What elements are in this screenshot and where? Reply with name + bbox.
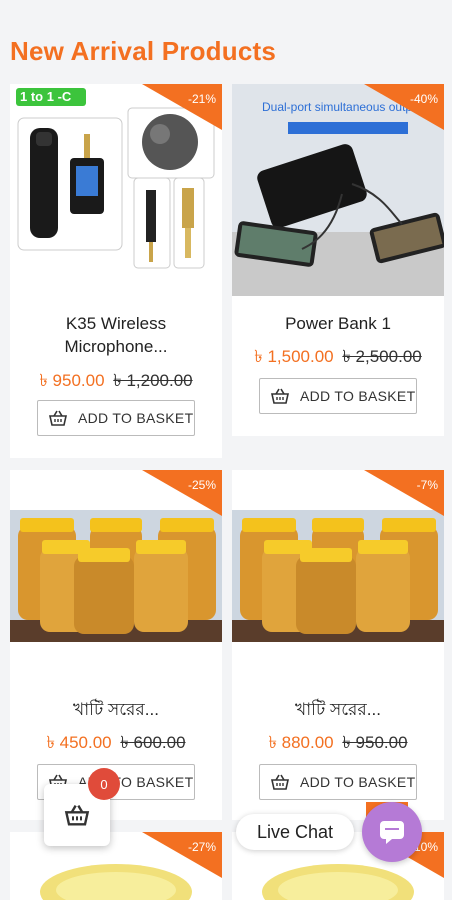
product-image[interactable]: Dual-port simultaneous output -40%: [232, 84, 444, 296]
add-to-basket-button[interactable]: ADD TO BASKET: [37, 400, 195, 436]
add-to-basket-label: ADD TO BASKET: [300, 774, 416, 790]
discount-badge: -21%: [187, 92, 216, 106]
current-price: ৳ 450.00: [46, 733, 112, 752]
product-card[interactable]: Dual-port simultaneous output -40% Power…: [232, 84, 444, 436]
current-price: ৳ 880.00: [268, 733, 334, 752]
product-prices: ৳ 880.00 ৳ 950.00: [232, 730, 444, 758]
product-prices: ৳ 950.00 ৳ 1,200.00: [10, 368, 222, 396]
discount-badge: -7%: [416, 478, 438, 492]
add-to-basket-button[interactable]: ADD TO BASKET: [259, 378, 417, 414]
live-chat-label[interactable]: Live Chat: [236, 814, 354, 850]
discount-badge-bg: [364, 84, 444, 130]
current-price: ৳ 1,500.00: [254, 347, 334, 366]
discount-badge-bg: [142, 470, 222, 516]
section-title: New Arrival Products: [10, 36, 277, 66]
current-price: ৳ 950.00: [39, 371, 105, 390]
product-prices: ৳ 1,500.00 ৳ 2,500.00: [232, 344, 444, 372]
product-card[interactable]: -27%: [10, 832, 222, 900]
discount-badge-bg: [364, 470, 444, 516]
product-image[interactable]: -25%: [10, 470, 222, 682]
basket-icon: [271, 774, 289, 790]
old-price: ৳ 600.00: [120, 733, 186, 752]
product-name[interactable]: খাটি সরের...: [232, 698, 444, 721]
basket-icon: [271, 388, 289, 404]
old-price: ৳ 2,500.00: [342, 347, 422, 366]
add-to-basket-label: ADD TO BASKET: [300, 388, 416, 404]
discount-badge: -25%: [187, 478, 216, 492]
product-image[interactable]: -27%: [10, 832, 222, 900]
product-name[interactable]: K35 Wireless Microphone...: [10, 312, 222, 358]
discount-badge: -40%: [409, 92, 438, 106]
product-name[interactable]: খাটি সরের...: [10, 698, 222, 721]
old-price: ৳ 1,200.00: [113, 371, 193, 390]
product-image[interactable]: 1 to 1 -C -21%: [10, 84, 222, 296]
basket-icon: [49, 410, 67, 426]
image-tag: 1 to 1 -C: [20, 89, 72, 104]
product-image[interactable]: -7%: [232, 470, 444, 682]
discount-badge-bg: [142, 832, 222, 878]
product-name[interactable]: Power Bank 1: [232, 312, 444, 335]
cart-count-badge: 0: [88, 768, 120, 800]
product-card[interactable]: -25% খাটি সরের... ৳ 450.00 ৳ 600.00 ADD …: [10, 470, 222, 820]
add-to-basket-label: ADD TO BASKET: [78, 410, 194, 426]
product-card[interactable]: 1 to 1 -C -21% K35 Wireless Microphone..…: [10, 84, 222, 458]
product-card[interactable]: -7% খাটি সরের... ৳ 880.00 ৳ 950.00 ADD T…: [232, 470, 444, 820]
live-chat-button[interactable]: [362, 802, 422, 862]
basket-icon: [64, 805, 90, 826]
old-price: ৳ 950.00: [342, 733, 408, 752]
chat-icon: [380, 821, 404, 844]
discount-badge-bg: [142, 84, 222, 130]
discount-badge: -27%: [187, 840, 216, 854]
product-prices: ৳ 450.00 ৳ 600.00: [10, 730, 222, 758]
add-to-basket-button[interactable]: ADD TO BASKET: [259, 764, 417, 800]
